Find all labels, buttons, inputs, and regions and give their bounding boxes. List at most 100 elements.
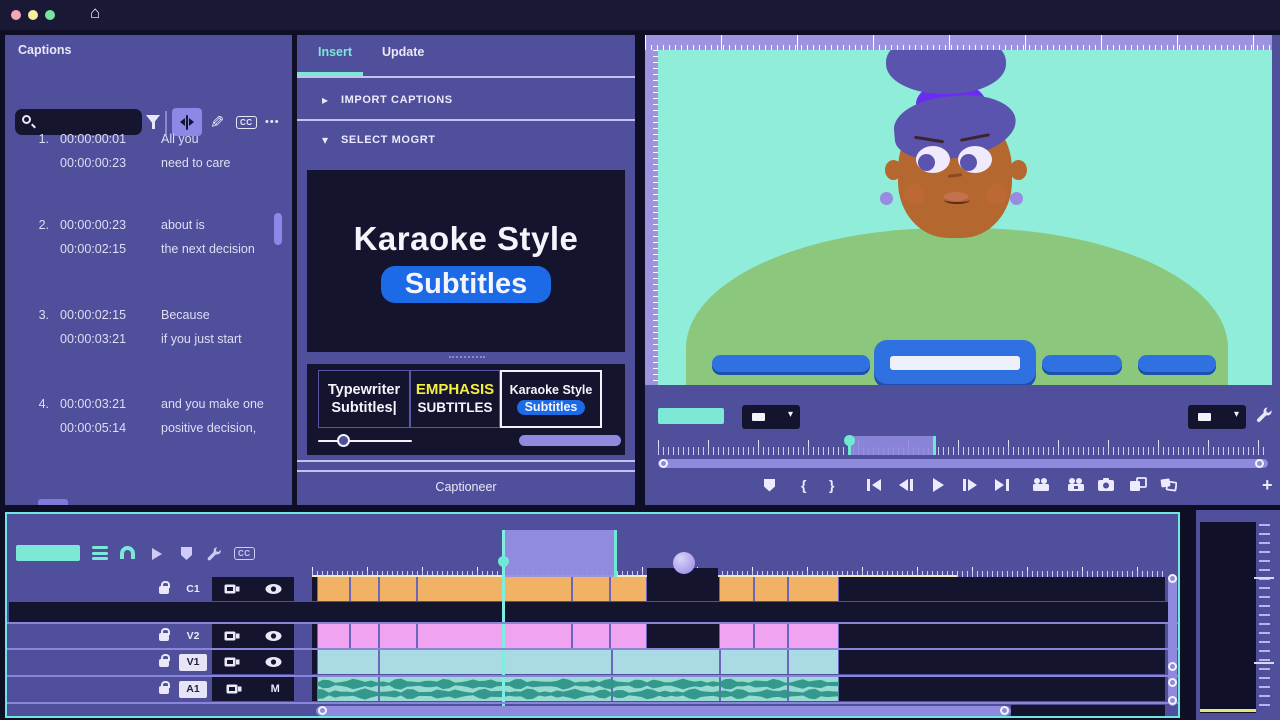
extract-button[interactable] (1066, 477, 1086, 492)
timeline-clip-c1-5[interactable] (572, 577, 610, 601)
window-minimize-button[interactable] (28, 10, 38, 20)
thumb-hscrollbar[interactable] (519, 435, 621, 446)
track-header-v2[interactable]: V2 (7, 624, 312, 648)
hscroll-handle[interactable] (318, 706, 327, 715)
sync-lock-icon[interactable] (224, 630, 240, 642)
caption-row[interactable]: 1. 00:00:00:01 All you 00:00:00:23 need … (29, 127, 231, 175)
timeline-clip-c1-2[interactable] (379, 577, 417, 601)
timeline-clip-a1-1[interactable] (379, 677, 612, 701)
resolution-dropdown[interactable]: ▾ (1188, 405, 1246, 429)
timeline-clip-v2-9[interactable] (788, 624, 839, 648)
section-select-mogrt[interactable]: SELECT MOGRT (341, 134, 436, 146)
add-marker-button[interactable] (764, 477, 775, 493)
export-frame-button[interactable] (1097, 477, 1115, 492)
timeline-clip-v1-1[interactable] (379, 650, 612, 674)
window-close-button[interactable] (11, 10, 21, 20)
track-label[interactable]: V2 (179, 628, 207, 645)
track-header-v1[interactable]: V1 (7, 650, 312, 674)
window-zoom-button[interactable] (45, 10, 55, 20)
settings-wrench-icon[interactable] (1254, 405, 1274, 425)
timeline-clip-a1-0[interactable] (317, 677, 379, 701)
go-to-in-button[interactable] (867, 477, 881, 493)
timeline-clip-v2-2[interactable] (379, 624, 417, 648)
section-import-captions[interactable]: IMPORT CAPTIONS (341, 94, 453, 106)
timeline-clip-c1-4[interactable] (504, 577, 572, 601)
lock-icon[interactable] (159, 686, 169, 694)
chevron-down-icon[interactable]: ▾ (322, 133, 328, 147)
vscroll-handle[interactable] (1168, 574, 1177, 583)
filter-icon[interactable] (146, 115, 160, 124)
timeline-clip-v1-4[interactable] (788, 650, 839, 674)
more-options-icon[interactable]: ••• (265, 116, 280, 128)
track-header-c1[interactable]: C1 (7, 577, 312, 601)
timeline-clip-v2-4[interactable] (504, 624, 572, 648)
sync-lock-icon[interactable] (224, 656, 240, 668)
monitor-scrollbar[interactable] (658, 459, 1268, 468)
sync-lock-icon[interactable] (226, 683, 242, 695)
mogrt-thumb-karaoke-selected[interactable]: Karaoke Style Subtitles (500, 370, 602, 428)
eye-icon[interactable] (265, 583, 282, 595)
eye-icon[interactable] (265, 656, 282, 668)
thumb-size-slider-knob[interactable] (337, 434, 350, 447)
track-header-a1[interactable]: A1 M (7, 677, 312, 701)
mute-toggle[interactable]: M (271, 683, 280, 695)
monitor-range-out-marker[interactable] (933, 436, 936, 455)
multicam-button[interactable] (1159, 477, 1177, 492)
timeline-clip-v2-8[interactable] (754, 624, 788, 648)
mark-in-button[interactable]: { (801, 477, 806, 493)
out-point-marker[interactable] (614, 530, 617, 577)
timeline-clip-v1-3[interactable] (720, 650, 788, 674)
timeline-clip-a1-2[interactable] (612, 677, 720, 701)
lift-button[interactable] (1031, 477, 1051, 492)
home-icon[interactable]: ⌂ (90, 3, 100, 23)
timeline-clip-v2-5[interactable] (572, 624, 610, 648)
chevron-right-icon[interactable]: ▸ (322, 93, 328, 107)
comparison-view-button[interactable] (1129, 477, 1147, 492)
timeline-clip-a1-3[interactable] (720, 677, 788, 701)
timeline-clip-c1-9[interactable] (788, 577, 839, 601)
sequence-marker-ball[interactable] (673, 552, 695, 574)
eye-icon[interactable] (265, 630, 282, 642)
panel-grip-handle[interactable] (449, 356, 485, 358)
cc-icon[interactable]: CC (236, 116, 257, 129)
lock-icon[interactable] (159, 633, 169, 641)
mark-out-button[interactable]: } (829, 477, 834, 493)
track-label[interactable]: C1 (179, 581, 207, 598)
hscroll-handle[interactable] (1000, 706, 1009, 715)
monitor-time-ruler[interactable] (658, 438, 1268, 455)
track-height-handle[interactable] (1168, 678, 1177, 687)
timeline-clip-c1-0[interactable] (317, 577, 350, 601)
program-monitor-canvas[interactable] (658, 50, 1272, 385)
timeline-clip-c1-1[interactable] (350, 577, 379, 601)
timeline-clip-v2-3[interactable] (417, 624, 504, 648)
scrollbar-handle-right[interactable] (1255, 459, 1264, 468)
lock-icon[interactable] (159, 659, 169, 667)
tab-update[interactable]: Update (382, 45, 424, 59)
timeline-clip-c1-8[interactable] (754, 577, 788, 601)
timeline-clip-c1-3[interactable] (417, 577, 504, 601)
track-label-targeted[interactable]: V1 (179, 654, 207, 671)
timeline-clip-a1-4[interactable] (788, 677, 839, 701)
tab-insert[interactable]: Insert (318, 45, 352, 59)
timeline-clip-c1-7[interactable] (719, 577, 754, 601)
track-height-handle[interactable] (1168, 696, 1177, 705)
lock-icon[interactable] (159, 586, 169, 594)
play-button[interactable] (933, 477, 944, 493)
track-label-targeted[interactable]: A1 (179, 681, 207, 698)
timeline-clip-v2-0[interactable] (317, 624, 350, 648)
caption-row[interactable]: 2. 00:00:00:23 about is 00:00:02:15 the … (29, 213, 255, 261)
go-to-out-button[interactable] (995, 477, 1009, 493)
mogrt-thumb-typewriter[interactable]: Typewriter Subtitles| (318, 370, 410, 428)
caption-row[interactable]: 4. 00:00:03:21 and you make one 00:00:05… (29, 392, 264, 440)
thumbnail-size-large-button[interactable] (38, 499, 68, 505)
thumb-size-slider[interactable] (318, 440, 412, 442)
sync-lock-icon[interactable] (224, 583, 240, 595)
timeline-clip-v2-7[interactable] (719, 624, 754, 648)
timeline-clip-v2-6[interactable] (610, 624, 647, 648)
scrollbar-handle-left[interactable] (659, 459, 668, 468)
step-back-button[interactable] (899, 477, 913, 493)
timeline-hscrollbar[interactable] (316, 706, 1011, 716)
timeline-clip-c1-6[interactable] (610, 577, 647, 601)
vscroll-handle[interactable] (1168, 662, 1177, 671)
timeline-clip-v1-0[interactable] (317, 650, 379, 674)
